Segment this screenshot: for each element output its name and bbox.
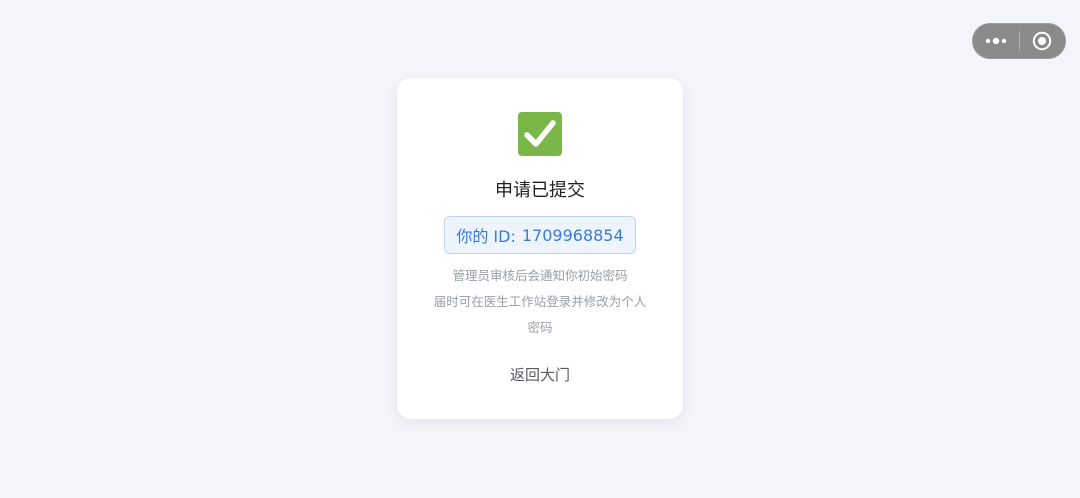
- user-id-badge: 你的 ID: 1709968854: [444, 216, 636, 254]
- description-line: 密码: [527, 320, 553, 335]
- close-button[interactable]: [1019, 24, 1065, 58]
- id-label: 你的 ID:: [456, 227, 516, 246]
- description-line: 管理员审核后会通知你初始密码: [452, 268, 628, 283]
- mini-program-capsule: [972, 23, 1066, 59]
- id-value: 1709968854: [521, 225, 624, 245]
- submission-card: 申请已提交 你的 ID: 1709968854 管理员审核后会通知你初始密码 届…: [397, 78, 683, 419]
- more-button[interactable]: [973, 24, 1019, 58]
- back-to-lobby-link[interactable]: 返回大门: [490, 363, 590, 387]
- page-title: 申请已提交: [495, 180, 585, 201]
- three-dots-icon: [985, 37, 1006, 45]
- target-circle-icon: [1033, 31, 1052, 51]
- description-line: 届时可在医生工作站登录并修改为个人: [433, 294, 647, 309]
- description-text: 管理员审核后会通知你初始密码 届时可在医生工作站登录并修改为个人 密码: [417, 263, 663, 341]
- green-check-box-icon: [518, 112, 562, 156]
